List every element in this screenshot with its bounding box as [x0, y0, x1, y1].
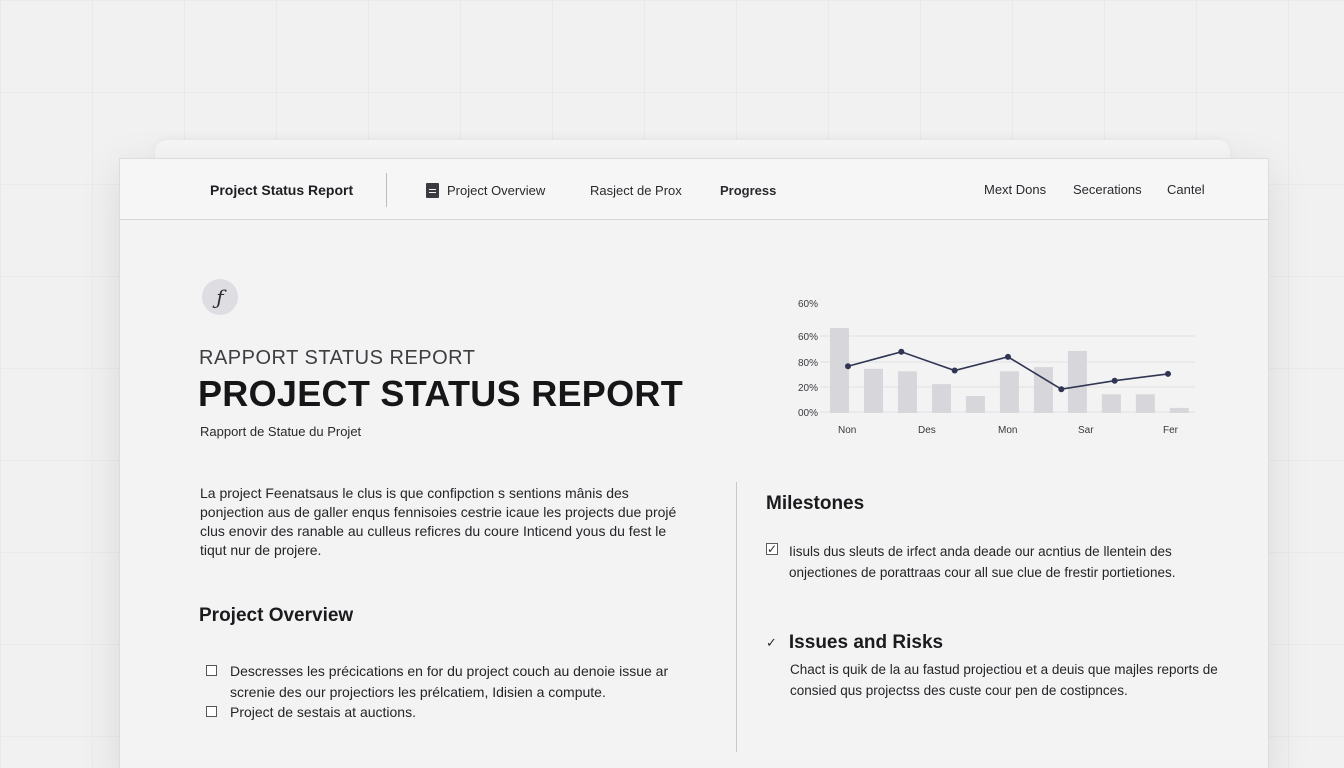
x-tick-label: Sar [1078, 425, 1094, 436]
chart-point [1165, 370, 1171, 377]
progress-chart: 60% 60% 80% 20% 00% Non Des Mon Sar Fer [780, 291, 1200, 446]
overview-item-text: Descresses les précications en for du pr… [230, 663, 669, 700]
chart-bar [1169, 407, 1189, 413]
x-tick-label: Mon [998, 425, 1017, 436]
nav-rasject-de-prox[interactable]: Rasject de Prox [590, 183, 682, 198]
milestone-item: ✓ Iisuls dus sleuts de irfect anda deade… [766, 541, 1226, 583]
checkbox[interactable] [206, 665, 217, 676]
top-navigation-bar: Project Status Report Project Overview R… [120, 159, 1268, 220]
chart-point [951, 367, 958, 374]
issues-risks-header: ✓ Issues and Risks [766, 632, 943, 654]
x-tick-label: Des [918, 425, 936, 436]
chart-point [1005, 353, 1011, 360]
page-title: PROJECT STATUS REPORT [198, 373, 684, 414]
chart-bar [1135, 394, 1155, 413]
next-dons-link[interactable]: Mext Dons [984, 182, 1046, 197]
intro-paragraph: La project Feenatsaus le clus is que con… [200, 485, 677, 558]
checkbox[interactable] [206, 706, 217, 717]
cancel-link[interactable]: Cantel [1167, 182, 1205, 197]
secerations-link[interactable]: Secerations [1073, 182, 1142, 197]
overview-item: Descresses les précications en for du pr… [206, 661, 676, 702]
nav-project-overview[interactable]: Project Overview [426, 183, 545, 198]
overview-item: Project de sestais at auctions. [206, 702, 676, 723]
chart-point [845, 363, 851, 370]
y-tick-label: 00% [798, 408, 818, 419]
project-overview-heading: Project Overview [199, 605, 354, 626]
column-divider [736, 482, 737, 752]
page-subtitle: Rapport de Statue du Projet [200, 424, 362, 439]
chart-bar [1101, 394, 1121, 413]
nav-divider [386, 173, 387, 207]
chart-bar [931, 384, 951, 413]
overview-checklist: Descresses les précications en for du pr… [206, 661, 676, 723]
chart-point [898, 348, 905, 355]
nav-project-overview-label: Project Overview [447, 183, 546, 198]
check-icon: ✓ [766, 635, 777, 650]
chart-bar [1067, 350, 1087, 413]
y-tick-label: 60% [798, 332, 818, 343]
issues-risks-text: Chact is quik de la au fastud projectiou… [790, 662, 1218, 698]
y-tick-label: 20% [798, 383, 818, 394]
report-window: Project Status Report Project Overview R… [119, 158, 1269, 768]
checked-checkbox-icon[interactable]: ✓ [766, 542, 778, 556]
overview-item-text: Project de sestais at auctions. [230, 704, 416, 720]
eyebrow-heading: RAPPORT STATUS REPORT [199, 347, 476, 369]
x-tick-label: Non [838, 425, 856, 436]
logo-icon: ƒ [202, 279, 238, 315]
brand-title[interactable]: Project Status Report [210, 182, 353, 198]
x-tick-label: Fer [1163, 425, 1179, 436]
milestones-heading: Milestones [766, 493, 865, 514]
chart-point [1111, 377, 1118, 384]
chart-bar [830, 328, 849, 413]
milestone-item-text: Iisuls dus sleuts de irfect anda deade o… [789, 544, 1176, 580]
issues-risks-heading: Issues and Risks [788, 632, 944, 653]
y-tick-label: 80% [798, 358, 818, 369]
chart-point [1058, 386, 1065, 393]
nav-progress[interactable]: Progress [720, 183, 776, 198]
y-tick-label: 60% [798, 299, 818, 310]
chart-bar [897, 371, 917, 413]
chart-bar [863, 368, 883, 413]
document-icon [426, 183, 439, 198]
progress-chart-svg: 60% 60% 80% 20% 00% Non Des Mon Sar Fer [798, 299, 1195, 436]
chart-bar [999, 371, 1019, 413]
chart-bar [965, 396, 985, 413]
